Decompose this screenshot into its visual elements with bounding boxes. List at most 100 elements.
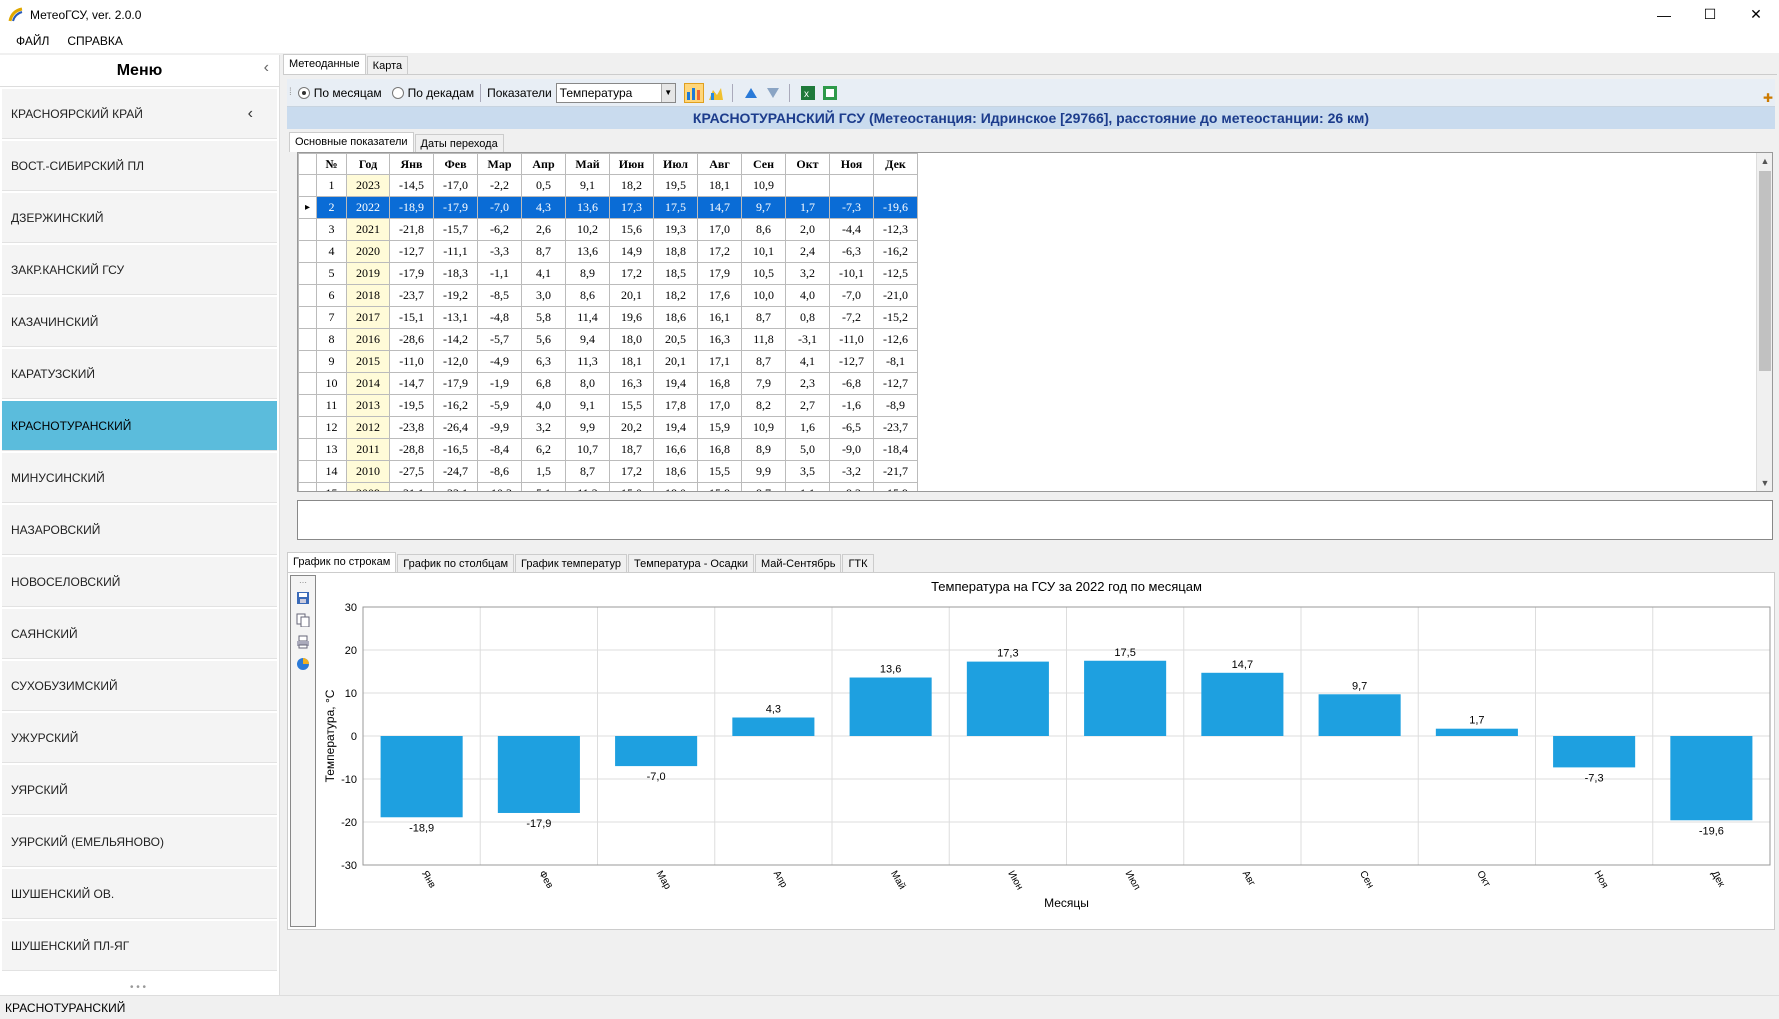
sidebar-item[interactable]: ЗАКР.КАНСКИЙ ГСУ [2,245,277,295]
column-header[interactable]: Ноя [829,153,874,175]
table-cell[interactable]: 11 [316,394,347,417]
tab-chart-may-sep[interactable]: Май-Сентябрь [754,554,842,572]
table-cell[interactable]: 8,2 [741,394,786,417]
table-cell[interactable]: 2020 [346,240,390,263]
table-cell[interactable]: -21,0 [873,284,918,307]
table-cell[interactable]: 14,7 [697,196,742,219]
table-cell[interactable]: -12,6 [873,328,918,351]
tab-transition-dates[interactable]: Даты перехода [414,134,504,152]
table-cell[interactable]: -26,4 [433,416,478,439]
table-cell[interactable]: 15,6 [609,218,654,241]
table-cell[interactable]: -12,7 [389,240,434,263]
copy-icon[interactable] [292,610,314,630]
table-cell[interactable]: 18,0 [609,328,654,351]
table-cell[interactable]: -1,9 [477,372,522,395]
table-cell[interactable]: 2014 [346,372,390,395]
table-cell[interactable]: -17,9 [433,196,478,219]
table-cell[interactable]: -17,9 [433,372,478,395]
table-cell[interactable]: 17,8 [653,394,698,417]
table-cell[interactable]: 6 [316,284,347,307]
table-cell[interactable]: -28,8 [389,438,434,461]
table-cell[interactable]: 2019 [346,262,390,285]
table-row[interactable]: 11 2013 -19,5 -16,2 -5,9 4,0 9,1 15,5 17,8 17,0 8,… [298,394,918,417]
table-cell[interactable]: -27,5 [389,460,434,483]
table-cell[interactable]: 14 [316,460,347,483]
table-cell[interactable]: 8,6 [565,284,610,307]
sidebar-item[interactable]: УЯРСКИЙ (ЕМЕЛЬЯНОВО) [2,817,277,867]
table-cell[interactable]: 9,9 [565,416,610,439]
table-cell[interactable]: 16,6 [653,438,698,461]
table-cell[interactable]: -23,7 [389,284,434,307]
table-cell[interactable]: 5 [316,262,347,285]
table-cell[interactable]: -21,8 [389,218,434,241]
table-cell[interactable]: 1 [316,174,347,197]
table-cell[interactable]: 10,1 [741,240,786,263]
column-header[interactable]: Авг [697,153,742,175]
table-cell[interactable]: -11,0 [389,350,434,373]
table-row[interactable]: 12 2012 -23,8 -26,4 -9,9 3,2 9,9 20,2 19,4 15,9 10… [298,416,918,439]
table-cell[interactable]: -21,1 [389,482,434,491]
table-cell[interactable]: 17,0 [697,218,742,241]
table-cell[interactable]: 2,6 [521,218,566,241]
table-cell[interactable]: 18,2 [653,284,698,307]
tab-chart-temp-precip[interactable]: Температура - Осадки [628,554,754,572]
save-icon[interactable] [292,588,314,608]
print-icon[interactable] [292,632,314,652]
radio-by-decades[interactable]: По декадам [391,86,474,100]
indicator-select[interactable]: Температура ▼ [555,82,676,103]
sidebar-item[interactable]: ШУШЕНСКИЙ ОВ. [2,869,277,919]
sidebar-item[interactable]: ШУШЕНСКИЙ ПЛ-ЯГ [2,921,277,971]
table-cell[interactable]: -4,8 [477,306,522,329]
table-cell[interactable]: 19,5 [653,174,698,197]
maximize-button[interactable]: ☐ [1687,0,1733,29]
menu-help[interactable]: СПРАВКА [58,34,132,48]
table-cell[interactable]: -9,9 [477,416,522,439]
table-cell[interactable]: 5,0 [785,438,830,461]
row-header-cell[interactable] [298,306,317,329]
table-cell[interactable]: -12,7 [873,372,918,395]
table-cell[interactable]: 14,9 [609,240,654,263]
table-cell[interactable]: 4 [316,240,347,263]
table-cell[interactable] [873,174,918,197]
pin-icon[interactable]: ✚ [1763,91,1773,105]
column-header[interactable]: Год [346,153,390,175]
table-cell[interactable]: 4,3 [521,196,566,219]
table-cell[interactable]: -8,1 [873,350,918,373]
table-cell[interactable]: 4,0 [521,394,566,417]
table-cell[interactable]: 5,6 [521,328,566,351]
table-cell[interactable]: 8,9 [565,262,610,285]
table-cell[interactable]: 9,9 [741,460,786,483]
table-cell[interactable]: 5,8 [521,306,566,329]
table-cell[interactable]: 9,1 [565,174,610,197]
table-cell[interactable]: -15,9 [873,482,918,491]
table-cell[interactable]: 10,9 [741,416,786,439]
table-cell[interactable]: 9 [316,350,347,373]
table-cell[interactable]: 8,9 [741,438,786,461]
table-cell[interactable]: 18,7 [609,438,654,461]
table-cell[interactable]: 1,1 [785,482,830,491]
chart-properties-icon[interactable] [292,654,314,674]
table-cell[interactable]: 17,2 [609,262,654,285]
table-cell[interactable]: 3,2 [785,262,830,285]
table-cell[interactable]: -7,3 [829,196,874,219]
table-cell[interactable]: 20,1 [653,350,698,373]
scrollbar-thumb[interactable] [1759,171,1771,371]
table-cell[interactable]: -10,3 [477,482,522,491]
table-cell[interactable]: -14,7 [389,372,434,395]
table-cell[interactable]: -19,5 [389,394,434,417]
table-cell[interactable]: 17,5 [653,196,698,219]
table-cell[interactable]: 17,2 [697,240,742,263]
table-cell[interactable]: 8,7 [741,482,786,491]
table-cell[interactable]: 17,2 [609,460,654,483]
sidebar-item[interactable]: НАЗАРОВСКИЙ [2,505,277,555]
sidebar-item[interactable]: УЖУРСКИЙ [2,713,277,763]
row-header-cell[interactable] [298,350,317,373]
radio-by-months[interactable]: По месяцам [297,86,382,100]
table-cell[interactable]: -12,5 [873,262,918,285]
table-cell[interactable]: 15,5 [609,394,654,417]
table-cell[interactable]: -16,2 [873,240,918,263]
column-header[interactable]: Янв [389,153,434,175]
table-cell[interactable]: 1,6 [785,416,830,439]
table-cell[interactable]: 19,6 [609,306,654,329]
table-cell[interactable]: 16,1 [697,306,742,329]
